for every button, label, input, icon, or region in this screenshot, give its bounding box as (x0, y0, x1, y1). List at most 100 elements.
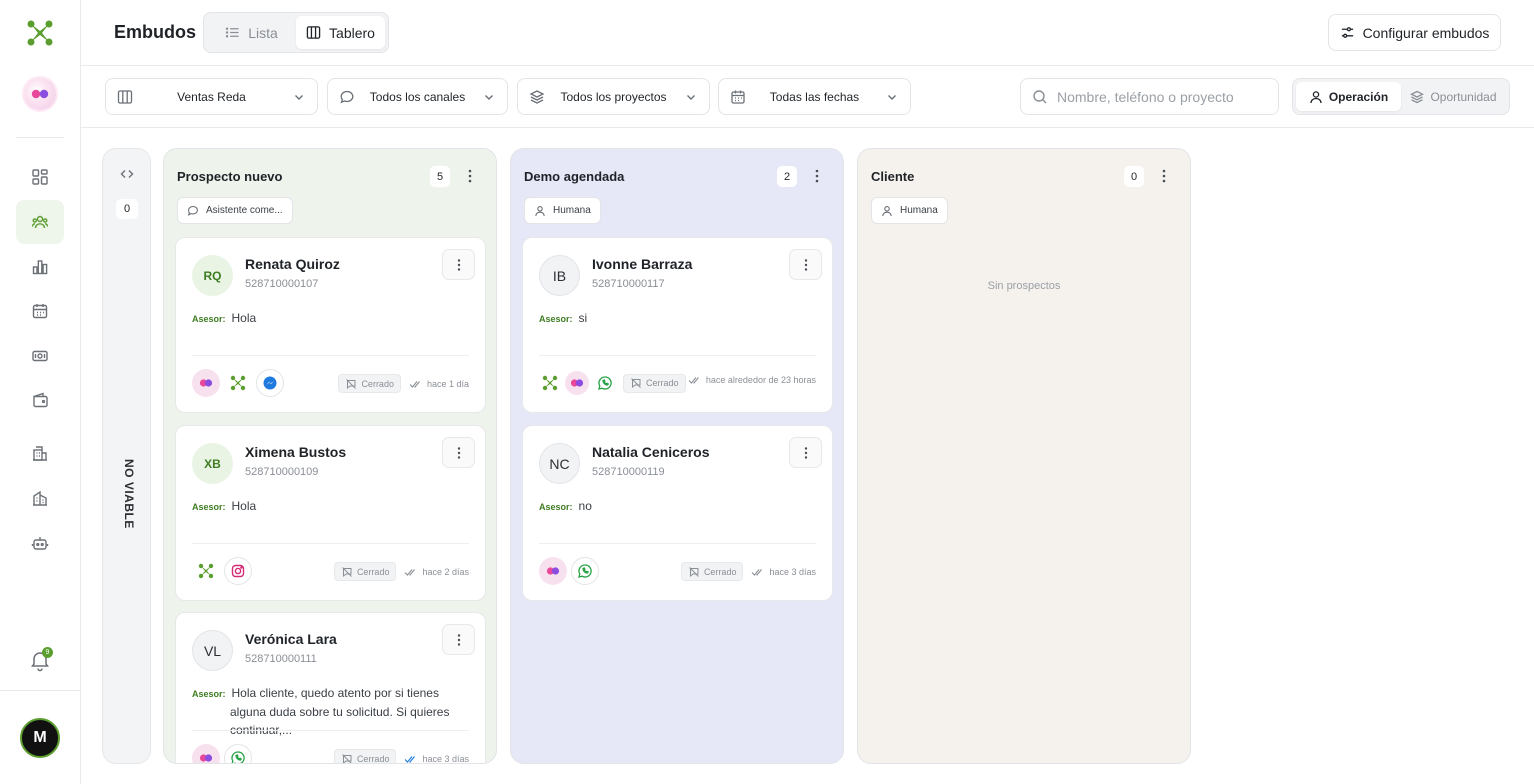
last-activity-time: hace 3 días (769, 566, 816, 577)
expand-column-icon[interactable] (120, 167, 134, 181)
cash-icon (32, 350, 48, 362)
column-menu-icon[interactable] (1156, 168, 1172, 184)
card-divider (192, 543, 469, 544)
search-input[interactable] (1057, 87, 1267, 107)
card-menu-button[interactable] (789, 249, 822, 280)
messenger-icon[interactable] (256, 369, 284, 397)
lead-name: Verónica Lara (245, 631, 337, 647)
channels-select[interactable]: Todos los canales (327, 78, 508, 115)
double-check-icon (405, 755, 416, 763)
column-tag-label: Asistente come... (206, 205, 283, 216)
card-menu-button[interactable] (442, 437, 475, 468)
column-assistant-tag[interactable]: Asistente come... (177, 197, 293, 224)
column-demo-agendada: Demo agendada 2 Humana IB Ivonne Barraza… (510, 148, 844, 764)
lead-avatar: XB (192, 443, 233, 484)
view-board-tab[interactable]: Tablero (296, 16, 385, 49)
instagram-icon[interactable] (224, 557, 252, 585)
chat-bubble-icon (187, 205, 198, 216)
view-list-label: Lista (248, 24, 278, 41)
sidebar-item-buildings[interactable] (16, 431, 64, 475)
projects-select[interactable]: Todos los proyectos (517, 78, 710, 115)
sidebar-item-bots[interactable] (16, 521, 64, 565)
mode-toggle: Operación Oportunidad (1292, 78, 1510, 115)
sidebar-item-reports[interactable] (16, 245, 64, 289)
last-activity-time: hace 2 días (422, 566, 469, 577)
more-vertical-icon (457, 446, 460, 459)
sidebar-divider (16, 137, 64, 138)
card-meta: Cerrado hace 1 día (338, 374, 469, 393)
sidebar-item-projects[interactable] (16, 476, 64, 520)
column-title: Prospecto nuevo (177, 169, 283, 184)
whatsapp-icon[interactable] (224, 744, 252, 763)
card-divider (539, 355, 816, 356)
lead-phone: 528710000109 (245, 466, 319, 478)
double-check-icon (409, 380, 420, 388)
sidebar-item-dashboard[interactable] (16, 155, 64, 199)
sidebar-item-payments[interactable] (16, 334, 64, 378)
whatsapp-icon[interactable] (571, 557, 599, 585)
dates-select[interactable]: Todas las fechas (718, 78, 911, 115)
sidebar-item-calendar[interactable] (16, 289, 64, 333)
card-divider (539, 543, 816, 544)
dates-select-value: Todas las fechas (769, 90, 860, 104)
double-check-icon (752, 568, 763, 576)
status-badge: Cerrado (623, 373, 686, 393)
card-divider (192, 730, 469, 731)
view-list-tab[interactable]: Lista (207, 16, 296, 49)
robot-icon (31, 537, 49, 550)
column-count: 0 (116, 199, 138, 219)
column-menu-icon[interactable] (462, 168, 478, 184)
message-author-label: Asesor: (192, 689, 226, 699)
lead-name: Ximena Bustos (245, 444, 347, 460)
more-vertical-icon (804, 258, 807, 271)
sidebar-item-wallet[interactable] (16, 378, 64, 422)
mode-operation-tab[interactable]: Operación (1296, 82, 1401, 111)
kanban-board: 0 NO VIABLE Prospecto nuevo 5 Asistente … (81, 128, 1534, 784)
person-icon (1310, 90, 1322, 103)
last-activity: hace 3 días (751, 566, 816, 578)
sidebar-item-funnels[interactable] (16, 200, 64, 244)
lead-card[interactable]: IB Ivonne Barraza 528710000117 Asesor: si… (522, 237, 833, 413)
whatsapp-icon[interactable] (593, 371, 617, 395)
org-logo-icon (192, 369, 220, 397)
status-badge: Cerrado (338, 374, 401, 393)
page-title: Embudos (114, 22, 197, 42)
user-avatar[interactable]: M (20, 718, 60, 758)
lead-card[interactable]: XB Ximena Bustos 528710000109 Asesor: Hol… (175, 425, 486, 601)
card-menu-button[interactable] (789, 437, 822, 468)
lead-card[interactable]: NC Natalia Ceniceros 528710000119 Asesor… (522, 425, 833, 601)
column-assistant-tag[interactable]: Humana (524, 197, 601, 224)
office-icon (33, 490, 47, 506)
lead-avatar: VL (192, 630, 233, 671)
chat-closed-icon (631, 378, 641, 389)
lead-card[interactable]: VL Verónica Lara 528710000111 Asesor: Hol… (175, 612, 486, 764)
bar-chart-icon (32, 260, 48, 275)
filter-bar: Ventas Reda Todos los canales Todos los … (81, 66, 1534, 128)
mode-opportunity-tab[interactable]: Oportunidad (1401, 82, 1506, 111)
lead-card[interactable]: RQ Renata Quiroz 528710000107 Asesor: Hol… (175, 237, 486, 413)
configure-funnels-button[interactable]: Configurar embudos (1328, 14, 1501, 51)
channel-list: Cerrado (539, 369, 686, 397)
column-assistant-tag[interactable]: Humana (871, 197, 948, 224)
collapsed-column-no-viable[interactable]: 0 NO VIABLE (102, 148, 151, 764)
organization-avatar[interactable] (24, 78, 56, 110)
column-menu-icon[interactable] (809, 168, 825, 184)
mode-opportunity-label: Oportunidad (1430, 89, 1497, 104)
status-label: Cerrado (361, 378, 394, 389)
card-menu-button[interactable] (442, 624, 475, 655)
app-logo-icon (192, 557, 220, 585)
status-badge: Cerrado (333, 562, 397, 581)
column-tag-label: Humana (553, 205, 591, 216)
last-activity-time: hace 3 días (422, 753, 469, 764)
funnel-select[interactable]: Ventas Reda (105, 78, 318, 115)
org-logo-icon (565, 371, 589, 395)
column-prospecto-nuevo: Prospecto nuevo 5 Asistente come... RQ R… (163, 148, 497, 764)
app-logo[interactable] (27, 20, 53, 46)
last-message: Asesor: no (539, 497, 814, 516)
more-vertical-icon (804, 446, 807, 459)
configure-funnels-label: Configurar embudos (1362, 24, 1490, 41)
person-icon (882, 205, 892, 216)
message-author-label: Asesor: (539, 314, 573, 324)
last-activity: hace 1 día (409, 378, 469, 390)
card-menu-button[interactable] (442, 249, 475, 280)
